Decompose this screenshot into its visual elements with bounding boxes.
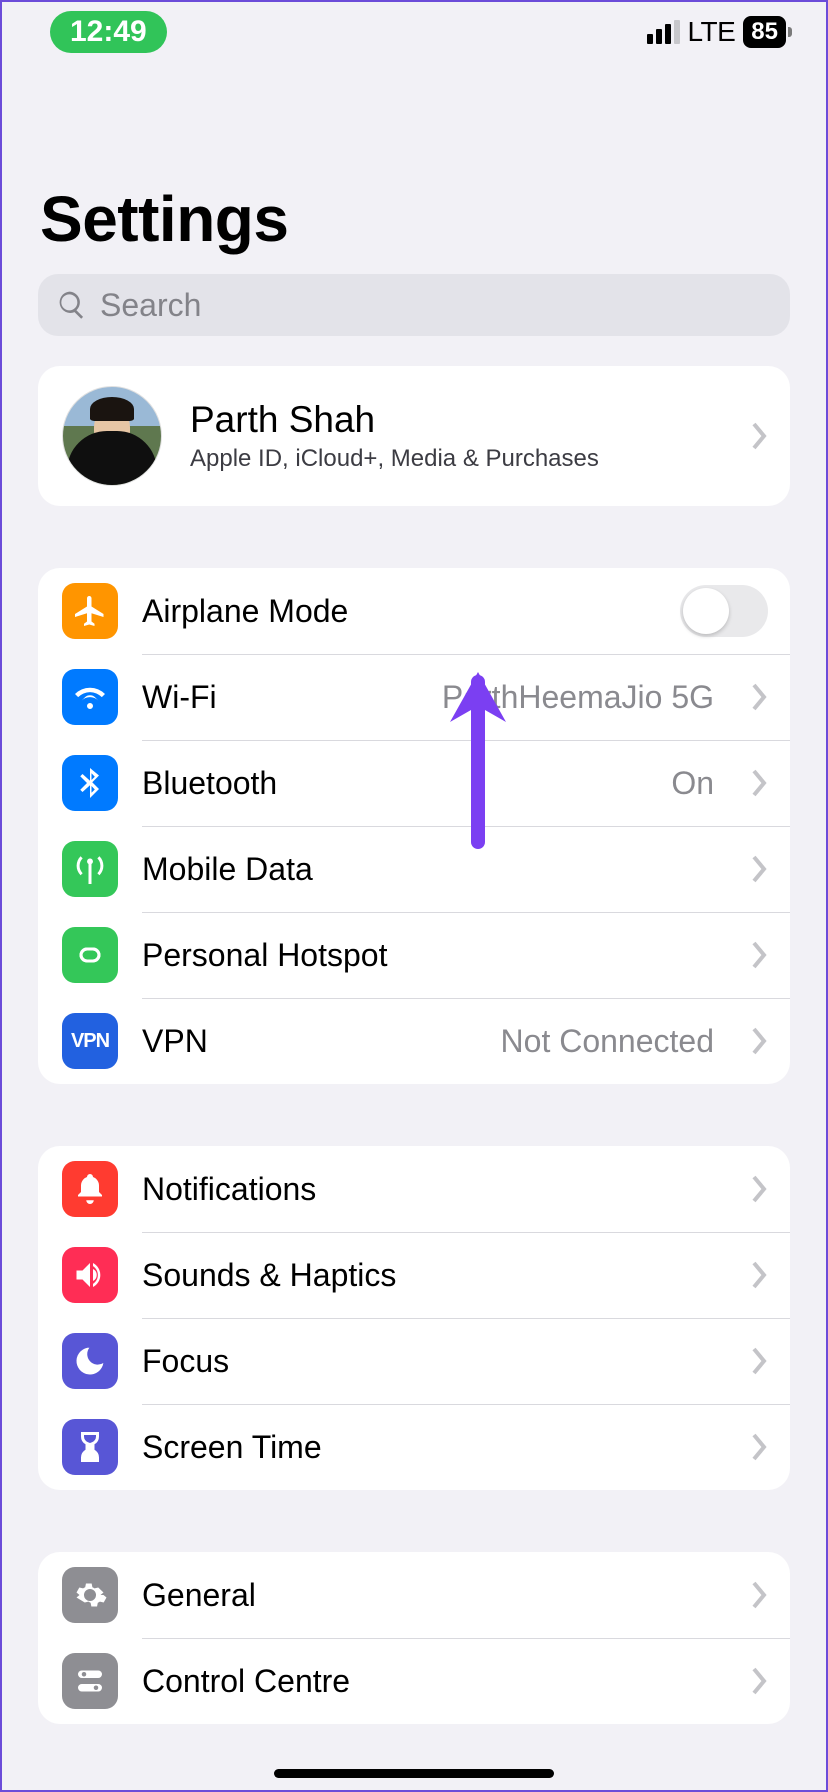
airplane-icon <box>62 583 118 639</box>
connectivity-section: Airplane Mode Wi-Fi ParthHeemaJio 5G Blu… <box>38 568 790 1084</box>
chevron-right-icon <box>752 1175 768 1203</box>
bluetooth-label: Bluetooth <box>142 765 647 802</box>
time-pill[interactable]: 12:49 <box>50 11 167 53</box>
account-card[interactable]: Parth Shah Apple ID, iCloud+, Media & Pu… <box>38 366 790 506</box>
control-centre-label: Control Centre <box>142 1663 714 1700</box>
chevron-right-icon <box>752 422 768 450</box>
mobile-data-label: Mobile Data <box>142 851 714 888</box>
avatar <box>62 386 162 486</box>
wifi-label: Wi-Fi <box>142 679 418 716</box>
link-icon <box>62 927 118 983</box>
screentime-row[interactable]: Screen Time <box>38 1404 790 1490</box>
chevron-right-icon <box>752 855 768 883</box>
cellular-signal-icon <box>647 20 680 44</box>
wifi-row[interactable]: Wi-Fi ParthHeemaJio 5G <box>38 654 790 740</box>
chevron-right-icon <box>752 941 768 969</box>
page-title: Settings <box>40 182 788 256</box>
sounds-row[interactable]: Sounds & Haptics <box>38 1232 790 1318</box>
home-indicator[interactable] <box>274 1769 554 1778</box>
vpn-row[interactable]: VPN VPN Not Connected <box>38 998 790 1084</box>
moon-icon <box>62 1333 118 1389</box>
airplane-label: Airplane Mode <box>142 593 656 630</box>
account-name: Parth Shah <box>190 399 710 441</box>
toggles-icon <box>62 1653 118 1709</box>
chevron-right-icon <box>752 1347 768 1375</box>
wifi-value: ParthHeemaJio 5G <box>442 679 714 716</box>
control-centre-row[interactable]: Control Centre <box>38 1638 790 1724</box>
chevron-right-icon <box>752 1667 768 1695</box>
wifi-icon <box>62 669 118 725</box>
chevron-right-icon <box>752 683 768 711</box>
bluetooth-icon <box>62 755 118 811</box>
notifications-row[interactable]: Notifications <box>38 1146 790 1232</box>
gear-icon <box>62 1567 118 1623</box>
focus-label: Focus <box>142 1343 714 1380</box>
chevron-right-icon <box>752 1027 768 1055</box>
account-subtitle: Apple ID, iCloud+, Media & Purchases <box>190 445 710 473</box>
search-placeholder: Search <box>100 287 201 324</box>
hotspot-row[interactable]: Personal Hotspot <box>38 912 790 998</box>
search-icon <box>56 289 88 321</box>
airplane-toggle[interactable] <box>680 585 768 637</box>
sounds-label: Sounds & Haptics <box>142 1257 714 1294</box>
status-bar: 12:49 LTE 85 <box>2 2 826 62</box>
notifications-section: Notifications Sounds & Haptics Focus Scr… <box>38 1146 790 1490</box>
general-section: General Control Centre <box>38 1552 790 1724</box>
vpn-icon: VPN <box>62 1013 118 1069</box>
bell-icon <box>62 1161 118 1217</box>
antenna-icon <box>62 841 118 897</box>
mobile-data-row[interactable]: Mobile Data <box>38 826 790 912</box>
network-type-label: LTE <box>688 16 736 48</box>
search-input[interactable]: Search <box>38 274 790 336</box>
screentime-label: Screen Time <box>142 1429 714 1466</box>
status-indicators: LTE 85 <box>647 16 786 48</box>
battery-indicator: 85 <box>743 16 786 48</box>
hotspot-label: Personal Hotspot <box>142 937 714 974</box>
vpn-label: VPN <box>142 1023 477 1060</box>
chevron-right-icon <box>752 769 768 797</box>
bluetooth-row[interactable]: Bluetooth On <box>38 740 790 826</box>
chevron-right-icon <box>752 1433 768 1461</box>
notifications-label: Notifications <box>142 1171 714 1208</box>
chevron-right-icon <box>752 1261 768 1289</box>
bluetooth-value: On <box>671 765 714 802</box>
general-label: General <box>142 1577 714 1614</box>
speaker-icon <box>62 1247 118 1303</box>
focus-row[interactable]: Focus <box>38 1318 790 1404</box>
vpn-value: Not Connected <box>501 1023 714 1060</box>
chevron-right-icon <box>752 1581 768 1609</box>
airplane-mode-row[interactable]: Airplane Mode <box>38 568 790 654</box>
general-row[interactable]: General <box>38 1552 790 1638</box>
hourglass-icon <box>62 1419 118 1475</box>
